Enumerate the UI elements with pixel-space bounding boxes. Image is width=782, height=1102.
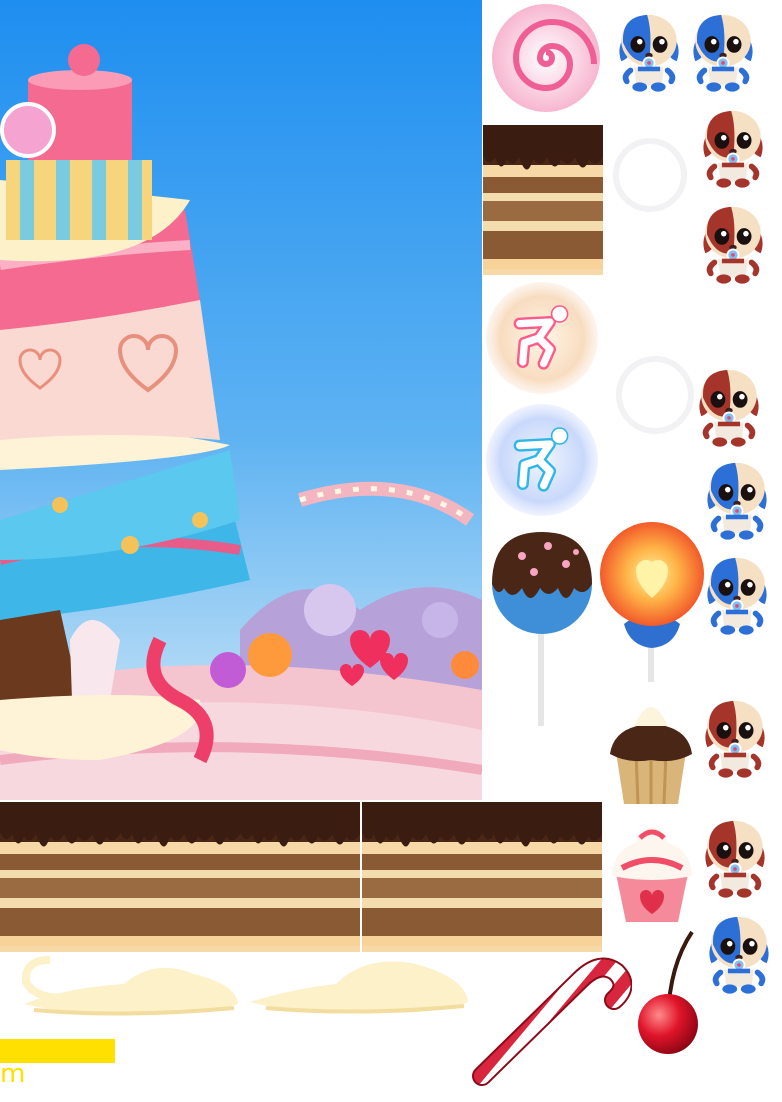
puppy-blue	[612, 4, 686, 96]
puppy-blue	[700, 548, 774, 638]
puppy-blue	[686, 4, 760, 96]
chocolate-cupcake	[604, 688, 698, 806]
caption-text: m	[0, 1059, 26, 1089]
jump-button-warm[interactable]	[484, 280, 600, 396]
background-scene	[0, 0, 482, 800]
cream-cloud	[4, 954, 242, 1022]
puppy-brown	[696, 196, 770, 288]
lollipop-swirl	[484, 2, 608, 114]
heart-lollipop	[598, 520, 706, 686]
jump-button-blue[interactable]	[484, 402, 600, 518]
cherry	[634, 928, 706, 1056]
puppy-brown	[692, 360, 766, 450]
cake-pop	[488, 522, 596, 728]
cake-tile-small	[483, 125, 603, 275]
puppy-brown	[698, 810, 772, 902]
puppy-blue	[702, 906, 776, 998]
strawberry-cupcake	[606, 812, 698, 924]
cake-tile-wide-right	[362, 802, 602, 952]
cream-cloud	[246, 954, 472, 1022]
puppy-blue	[700, 452, 774, 544]
puppy-brown	[696, 100, 770, 192]
cake-tile-wide-left	[0, 802, 360, 952]
candy-cane	[470, 954, 632, 1090]
puppy-brown	[698, 690, 772, 782]
